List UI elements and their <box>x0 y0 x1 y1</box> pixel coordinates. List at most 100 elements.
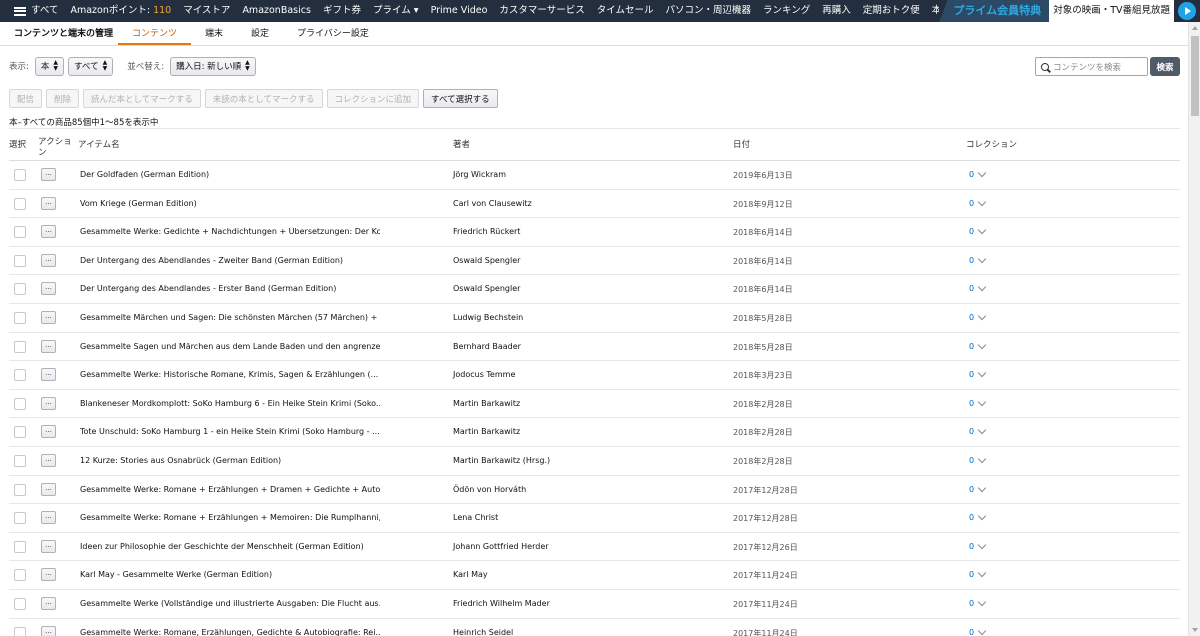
item-title[interactable]: Ideen zur Philosophie der Geschichte der… <box>80 542 380 551</box>
row-select-checkbox[interactable] <box>14 283 26 296</box>
collection-dropdown[interactable]: 0 <box>969 254 987 265</box>
header-date[interactable]: 日付 <box>733 138 750 150</box>
nav-link-points[interactable]: Amazonポイント: 110 <box>64 0 177 22</box>
row-action-button[interactable]: ... <box>41 196 56 210</box>
row-action-button[interactable]: ... <box>41 511 56 525</box>
collection-dropdown[interactable]: 0 <box>969 626 987 636</box>
row-select-checkbox[interactable] <box>14 426 26 439</box>
item-title[interactable]: Gesammelte Werke (Vollständige und illus… <box>80 599 380 608</box>
item-title[interactable]: 12 Kurze: Stories aus Osnabrück (German … <box>80 456 380 465</box>
row-select-checkbox[interactable] <box>14 340 26 353</box>
row-action-button[interactable]: ... <box>41 396 56 410</box>
row-select-checkbox[interactable] <box>14 455 26 467</box>
nav-link-prime-video[interactable]: Prime Video <box>425 0 494 22</box>
prime-banner[interactable]: プライム会員特典 対象の映画・TV番組見放題 <box>939 0 1200 22</box>
collection-dropdown[interactable]: 0 <box>969 597 987 608</box>
collection-dropdown[interactable]: 0 <box>969 397 987 408</box>
collection-dropdown[interactable]: 0 <box>969 283 987 293</box>
tab-privacy-settings[interactable]: プライバシー設定 <box>283 26 383 45</box>
vertical-scrollbar[interactable] <box>1188 22 1200 636</box>
collection-dropdown[interactable]: 0 <box>969 426 987 436</box>
row-action-button[interactable]: ... <box>41 339 56 353</box>
collection-dropdown[interactable]: 0 <box>969 483 987 494</box>
header-author[interactable]: 著者 <box>453 138 470 150</box>
row-select-checkbox[interactable] <box>14 369 26 382</box>
row-select-checkbox[interactable] <box>14 540 26 553</box>
row-select-checkbox[interactable] <box>14 483 26 496</box>
header-title[interactable]: アイテム名 <box>78 138 120 150</box>
scroll-up-icon[interactable] <box>1192 26 1198 30</box>
item-title[interactable]: Gesammelte Werke: Romane, Erzählungen, G… <box>80 628 380 636</box>
row-select-checkbox[interactable] <box>14 397 26 410</box>
row-action-button[interactable]: ... <box>41 625 56 636</box>
collection-dropdown[interactable]: 0 <box>969 368 987 379</box>
collection-dropdown[interactable]: 0 <box>969 197 987 208</box>
nav-link-customer-service[interactable]: カスタマーサービス <box>493 0 590 22</box>
nav-link-rebuy[interactable]: 再購入 <box>816 0 857 22</box>
item-title[interactable]: Der Untergang des Abendlandes - Erster B… <box>80 284 380 293</box>
nav-link-giftcard[interactable]: ギフト券 <box>317 0 367 22</box>
row-action-button[interactable]: ... <box>41 253 56 267</box>
row-select-checkbox[interactable] <box>14 312 26 324</box>
item-title[interactable]: Gesammelte Werke: Romane + Erzählungen +… <box>80 485 380 494</box>
row-action-button[interactable]: ... <box>41 597 56 610</box>
row-select-checkbox[interactable] <box>14 197 26 210</box>
row-action-button[interactable]: ... <box>41 168 56 181</box>
collection-dropdown[interactable]: 0 <box>969 340 987 351</box>
item-title[interactable]: Vom Kriege (German Edition) <box>80 199 380 208</box>
row-action-button[interactable]: ... <box>41 482 56 496</box>
content-type-select[interactable]: 本 ▲ ▼ <box>34 56 65 76</box>
collection-dropdown[interactable]: 0 <box>969 540 987 551</box>
row-select-checkbox[interactable] <box>14 512 26 525</box>
nav-link-pc[interactable]: パソコン・周辺機器 <box>660 0 758 22</box>
row-action-button[interactable]: ... <box>41 311 56 324</box>
row-select-checkbox[interactable] <box>14 169 26 181</box>
row-action-button[interactable]: ... <box>41 539 56 553</box>
item-title[interactable]: Karl May - Gesammelte Werke (German Edit… <box>80 570 380 579</box>
row-action-button[interactable]: ... <box>41 368 56 382</box>
nav-link-ranking[interactable]: ランキング <box>757 0 816 22</box>
sort-select[interactable]: 購入日: 新しい順 ▲ ▼ <box>170 56 256 76</box>
item-title[interactable]: Der Untergang des Abendlandes - Zweiter … <box>80 256 380 265</box>
scope-select[interactable]: すべて ▲ ▼ <box>68 56 114 76</box>
search-button[interactable]: 検索 <box>1150 57 1180 76</box>
add-to-collection-button[interactable]: コレクションに追加 <box>326 89 420 108</box>
collection-dropdown[interactable]: 0 <box>969 311 987 322</box>
mark-unread-button[interactable]: 未読の本としてマークする <box>204 89 323 108</box>
scroll-thumb[interactable] <box>1191 36 1199 116</box>
row-action-button[interactable]: ... <box>41 454 56 467</box>
nav-link-timesale[interactable]: タイムセール <box>591 0 660 22</box>
row-select-checkbox[interactable] <box>14 226 26 239</box>
nav-link-mystore[interactable]: マイストア <box>177 0 236 22</box>
collection-dropdown[interactable]: 0 <box>969 454 987 465</box>
item-title[interactable]: Gesammelte Sagen und Märchen aus dem Lan… <box>80 342 380 351</box>
search-input[interactable]: コンテンツを検索 <box>1035 57 1148 76</box>
deliver-button[interactable]: 配信 <box>9 89 43 108</box>
nav-link-amazonbasics[interactable]: AmazonBasics <box>236 0 317 22</box>
all-menu-button[interactable]: すべて <box>0 0 64 22</box>
item-title[interactable]: Gesammelte Werke: Historische Romane, Kr… <box>80 370 380 379</box>
row-select-checkbox[interactable] <box>14 626 26 636</box>
row-select-checkbox[interactable] <box>14 598 26 610</box>
row-action-button[interactable]: ... <box>41 568 56 582</box>
collection-dropdown[interactable]: 0 <box>969 511 987 522</box>
row-action-button[interactable]: ... <box>41 225 56 239</box>
item-title[interactable]: Gesammelte Werke: Gedichte + Nachdichtun… <box>80 227 380 236</box>
row-select-checkbox[interactable] <box>14 569 26 582</box>
delete-button[interactable]: 削除 <box>46 89 80 108</box>
tab-devices[interactable]: 端末 <box>191 26 237 45</box>
row-action-button[interactable]: ... <box>41 282 56 296</box>
item-title[interactable]: Tote Unschuld: SoKo Hamburg 1 - ein Heik… <box>80 427 380 436</box>
nav-link-subscribe[interactable]: 定期おトク便 <box>857 0 926 22</box>
select-all-button[interactable]: すべて選択する <box>423 89 498 108</box>
item-title[interactable]: Der Goldfaden (German Edition) <box>80 170 380 179</box>
collection-dropdown[interactable]: 0 <box>969 569 987 579</box>
item-title[interactable]: Gesammelte Märchen und Sagen: Die schöns… <box>80 313 380 322</box>
scroll-down-icon[interactable] <box>1192 628 1198 632</box>
tab-settings[interactable]: 設定 <box>237 26 283 45</box>
row-action-button[interactable]: ... <box>41 425 56 439</box>
row-select-checkbox[interactable] <box>14 254 26 267</box>
nav-link-prime[interactable]: プライム ▾ <box>367 0 425 22</box>
collection-dropdown[interactable]: 0 <box>969 168 987 179</box>
mark-read-button[interactable]: 読んだ本としてマークする <box>83 89 201 108</box>
